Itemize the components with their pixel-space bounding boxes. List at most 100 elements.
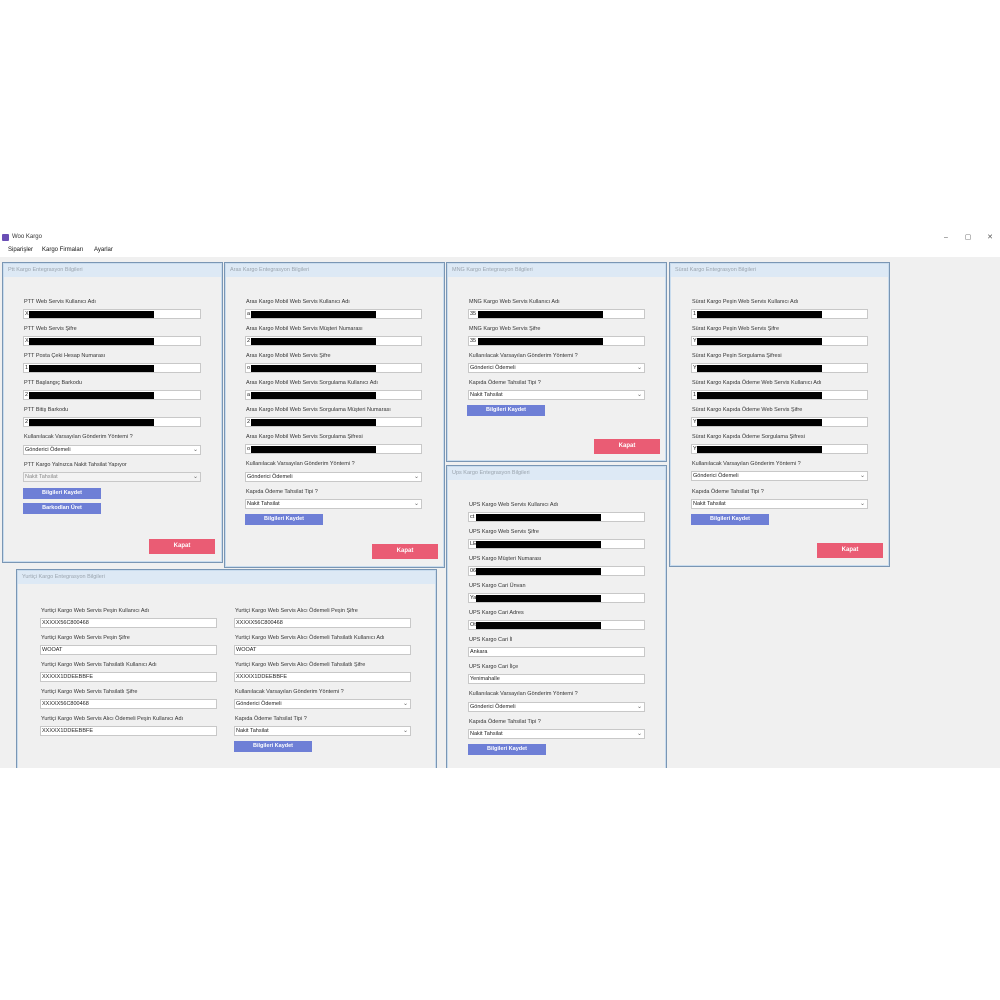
ptt-username-input[interactable]: X [23, 309, 201, 319]
surat-cash-query-input[interactable]: Y [691, 363, 868, 373]
surat-save-button[interactable]: Bilgileri Kaydet [691, 514, 769, 525]
redaction-mask [478, 338, 603, 345]
surat-cod-query-input[interactable]: Y [691, 444, 868, 454]
chevron-down-icon: ⌄ [859, 501, 865, 507]
mng-method-select[interactable]: Gönderici Ödemeli ⌄ [468, 363, 645, 373]
menu-kargo-firmalari[interactable]: Kargo Firmaları [42, 247, 83, 253]
minimize-icon[interactable]: – [936, 232, 956, 243]
yurtici-cash-password-label: Yurtiçi Kargo Web Servis Peşin Şifre [41, 635, 130, 641]
ptt-method-value: Gönderici Ödemeli [25, 447, 71, 453]
redaction-mask [697, 419, 822, 426]
mng-payment-value: Nakit Tahsilat [470, 392, 503, 398]
ups-save-button[interactable]: Bilgileri Kaydet [468, 744, 546, 755]
mng-payment-select[interactable]: Nakit Tahsilat ⌄ [468, 390, 645, 400]
chevron-down-icon: ⌄ [636, 392, 642, 398]
ptt-password-label: PTT Web Servis Şifre [24, 326, 77, 332]
yurtici-cod-username-label: Yurtiçi Kargo Web Servis Tahsilatlı Kull… [41, 662, 157, 668]
surat-cod-username-input[interactable]: 1 [691, 390, 868, 400]
ups-district-input[interactable]: Yenimahalle [468, 674, 645, 684]
yurtici-payment-select[interactable]: Nakit Tahsilat ⌄ [234, 726, 411, 736]
ups-password-input[interactable]: LE [468, 539, 645, 549]
ptt-password-input[interactable]: X [23, 336, 201, 346]
ptt-account-input[interactable]: 1 [23, 363, 201, 373]
ptt-end-barcode-input[interactable]: 2 [23, 417, 201, 427]
aras-customer-no-input[interactable]: 2 [245, 336, 422, 346]
redaction-mask [29, 338, 154, 345]
surat-cod-password-label: Sürat Kargo Kapıda Ödeme Web Servis Şifr… [692, 407, 803, 413]
aras-query-customer-input[interactable]: 2 [245, 417, 422, 427]
yurtici-save-button[interactable]: Bilgileri Kaydet [234, 741, 312, 752]
yurtici-method-select[interactable]: Gönderici Ödemeli ⌄ [234, 699, 411, 709]
ups-district-label: UPS Kargo Cari İlçe [469, 664, 519, 670]
close-icon[interactable]: ✕ [980, 232, 1000, 243]
surat-cash-query-label: Sürat Kargo Peşin Sorgulama Şifresi [692, 353, 782, 359]
ups-address-label: UPS Kargo Cari Adres [469, 610, 524, 616]
app-icon [2, 234, 9, 241]
chevron-down-icon: ⌄ [636, 731, 642, 737]
maximize-icon[interactable]: ▢ [958, 232, 978, 243]
mng-method-value: Gönderici Ödemeli [470, 365, 516, 371]
yurtici-cash-username-input[interactable]: XXXXX56C800468 [40, 618, 217, 628]
surat-method-value: Gönderici Ödemeli [693, 473, 739, 479]
chevron-down-icon: ⌄ [192, 474, 198, 480]
ups-username-label: UPS Kargo Web Servis Kullanıcı Adı [469, 502, 559, 508]
ptt-start-barcode-input[interactable]: 2 [23, 390, 201, 400]
mng-method-label: Kullanılacak Varsayılan Gönderim Yöntemi… [469, 353, 578, 359]
ups-payment-select[interactable]: Nakit Tahsilat ⌄ [468, 729, 645, 739]
ptt-start-barcode-label: PTT Başlangıç Barkodu [24, 380, 82, 386]
aras-query-password-input[interactable]: o [245, 444, 422, 454]
ptt-panel: Ptt Kargo Entegrasyon Bilgileri PTT Web … [2, 262, 223, 563]
ptt-save-button[interactable]: Bilgileri Kaydet [23, 488, 101, 499]
surat-cash-username-label: Sürat Kargo Peşin Web Servis Kullanıcı A… [692, 299, 799, 305]
yurtici-receiver-password-input[interactable]: XXXXX56C800468 [234, 618, 411, 628]
ups-address-input[interactable]: Ot [468, 620, 645, 630]
aras-password-input[interactable]: o [245, 363, 422, 373]
aras-save-button[interactable]: Bilgileri Kaydet [245, 514, 323, 525]
ptt-cash-value: Nakit Tahsilat [25, 474, 58, 480]
aras-method-select[interactable]: Gönderici Ödemeli ⌄ [245, 472, 422, 482]
surat-cash-password-input[interactable]: Y [691, 336, 868, 346]
yurtici-cash-password-input[interactable]: WOOAT [40, 645, 217, 655]
yurtici-cod-username-input[interactable]: XXXXX1DDEEBBFE [40, 672, 217, 682]
aras-payment-select[interactable]: Nakit Tahsilat ⌄ [245, 499, 422, 509]
yurtici-receiver-cod-username-input[interactable]: WOOAT [234, 645, 411, 655]
ptt-username-label: PTT Web Servis Kullanıcı Adı [24, 299, 96, 305]
surat-cash-username-input[interactable]: 1 [691, 309, 868, 319]
aras-close-button[interactable]: Kapat [372, 544, 438, 559]
mng-username-input[interactable]: 35 [468, 309, 645, 319]
yurtici-cash-username-value: XXXXX56C800468 [42, 620, 89, 626]
aras-query-username-input[interactable]: a [245, 390, 422, 400]
ups-city-value: Ankara [470, 649, 488, 655]
ptt-barcodes-button[interactable]: Barkodları Üret [23, 503, 101, 514]
surat-method-select[interactable]: Gönderici Ödemeli ⌄ [691, 471, 868, 481]
aras-panel-title: Aras Kargo Entegrasyon Bilgileri [230, 267, 310, 273]
aras-username-input[interactable]: a [245, 309, 422, 319]
redaction-mask [29, 311, 154, 318]
ptt-method-select[interactable]: Gönderici Ödemeli ⌄ [23, 445, 201, 455]
ptt-close-button[interactable]: Kapat [149, 539, 215, 554]
mng-close-button[interactable]: Kapat [594, 439, 660, 454]
mng-password-input[interactable]: 35 [468, 336, 645, 346]
ups-username-input[interactable]: ct [468, 512, 645, 522]
ups-customer-no-input[interactable]: 06 [468, 566, 645, 576]
surat-cod-password-input[interactable]: Y [691, 417, 868, 427]
chevron-down-icon: ⌄ [636, 365, 642, 371]
redaction-mask [251, 392, 376, 399]
surat-close-button[interactable]: Kapat [817, 543, 883, 558]
mng-save-button[interactable]: Bilgileri Kaydet [467, 405, 545, 416]
redaction-mask [251, 419, 376, 426]
redaction-mask [251, 338, 376, 345]
yurtici-receiver-username-input[interactable]: XXXXX1DDEEBBFE [40, 726, 217, 736]
redaction-mask [697, 311, 822, 318]
yurtici-cod-password-input[interactable]: XXXXX56C800468 [40, 699, 217, 709]
surat-payment-label: Kapıda Ödeme Tahsilat Tipi ? [692, 489, 764, 495]
chevron-down-icon: ⌄ [636, 704, 642, 710]
menu-ayarlar[interactable]: Ayarlar [94, 247, 113, 253]
ups-payment-value: Nakit Tahsilat [470, 731, 503, 737]
ups-method-select[interactable]: Gönderici Ödemeli ⌄ [468, 702, 645, 712]
surat-payment-select[interactable]: Nakit Tahsilat ⌄ [691, 499, 868, 509]
menu-siparisler[interactable]: Siparişler [8, 247, 33, 253]
ups-company-input[interactable]: Ya [468, 593, 645, 603]
yurtici-receiver-cod-password-input[interactable]: XXXXX1DDEEBBFE [234, 672, 411, 682]
ups-city-input[interactable]: Ankara [468, 647, 645, 657]
